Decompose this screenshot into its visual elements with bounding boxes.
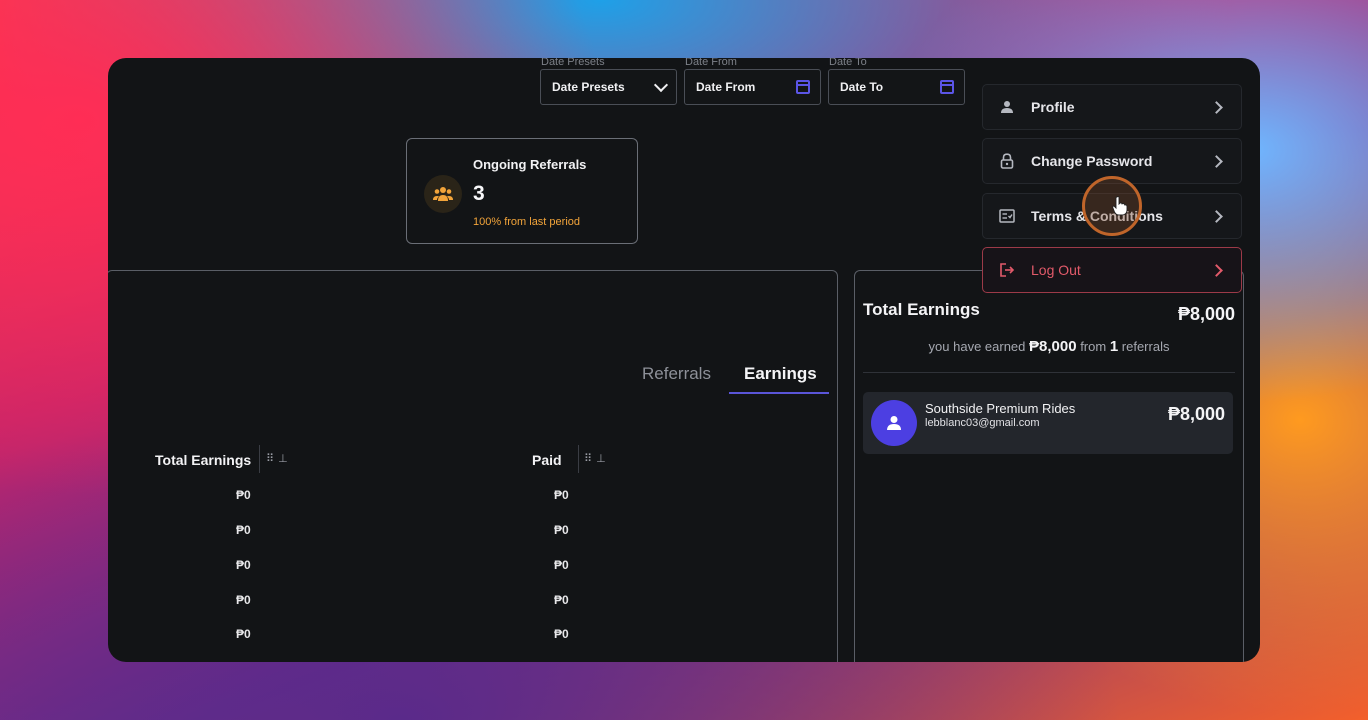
tab-referrals[interactable]: Referrals (642, 364, 711, 384)
table-cell: ₱0 (236, 593, 251, 607)
menu-item-label: Change Password (1031, 153, 1153, 169)
logout-icon (998, 261, 1016, 279)
summary-prefix: you have earned (928, 339, 1026, 354)
date-to-value: Date To (840, 80, 884, 94)
ongoing-referrals-card: Ongoing Referrals 3 100% from last perio… (406, 138, 638, 244)
total-earnings-title: Total Earnings (863, 300, 980, 319)
menu-item-label: Log Out (1031, 262, 1081, 278)
table-cell: ₱0 (554, 593, 569, 607)
table-cell: ₱0 (554, 488, 569, 502)
referral-amount: ₱8,000 (1167, 404, 1225, 424)
date-from-value: Date From (696, 80, 756, 94)
chevron-right-icon (1210, 209, 1223, 223)
referral-list-item[interactable]: Southside Premium Rides lebblanc03@gmail… (863, 392, 1233, 454)
column-tools: ⠿⊥ (584, 452, 610, 465)
referral-email: lebblanc03@gmail.com (925, 417, 1040, 429)
summary-count: 1 (1109, 338, 1119, 355)
chevron-right-icon (1210, 263, 1223, 277)
table-cell: ₱0 (554, 627, 569, 641)
table-cell: ₱0 (554, 523, 569, 537)
avatar (871, 400, 917, 446)
stat-title: Ongoing Referrals (473, 157, 587, 172)
chevron-right-icon (1210, 100, 1223, 114)
table-cell: ₱0 (554, 558, 569, 572)
hand-cursor-icon (1112, 196, 1128, 216)
active-tab-indicator (729, 392, 829, 394)
chevron-down-icon (653, 77, 669, 93)
total-earnings-amount: ₱8,000 (1177, 304, 1235, 324)
calendar-icon[interactable] (796, 80, 810, 94)
users-icon (424, 175, 462, 213)
column-tools: ⠿⊥ (266, 452, 292, 465)
column-separator[interactable] (259, 445, 260, 473)
pin-icon[interactable]: ⊥ (596, 453, 610, 465)
date-from-label: Date From (685, 58, 737, 68)
chevron-right-icon (1210, 154, 1223, 168)
date-presets-value: Date Presets (552, 80, 625, 94)
column-header-total-earnings[interactable]: Total Earnings (155, 452, 251, 468)
table-cell: ₱0 (236, 627, 251, 641)
menu-item-label: Profile (1031, 99, 1075, 115)
summary-amount: ₱8,000 (1029, 338, 1077, 355)
summary-mid: from (1080, 339, 1107, 354)
divider (863, 372, 1235, 373)
table-cell: ₱0 (236, 523, 251, 537)
menu-item-profile[interactable]: Profile (982, 84, 1242, 130)
referral-name: Southside Premium Rides (925, 401, 1076, 416)
person-icon (998, 98, 1016, 116)
earnings-summary: you have earned ₱8,000 from 1 referrals (855, 338, 1243, 355)
date-to-input[interactable]: Date To (828, 69, 965, 105)
date-to-label: Date To (829, 58, 867, 68)
pin-icon[interactable]: ⊥ (278, 453, 292, 465)
stat-value: 3 (473, 182, 485, 205)
table-cell: ₱0 (236, 558, 251, 572)
lock-icon (998, 152, 1016, 170)
document-icon (998, 207, 1016, 225)
table-cell: ₱0 (236, 488, 251, 502)
tab-earnings[interactable]: Earnings (744, 364, 817, 384)
date-presets-label: Date Presets (541, 58, 605, 68)
summary-suffix: referrals (1121, 339, 1170, 354)
drag-handle-icon[interactable]: ⠿ (584, 453, 596, 465)
drag-handle-icon[interactable]: ⠿ (266, 453, 278, 465)
earnings-table-panel: Referrals Earnings Total Earnings ⠿⊥ Pai… (108, 270, 838, 662)
person-icon (887, 416, 901, 430)
stat-change: 100% from last period (473, 216, 580, 228)
column-separator[interactable] (578, 445, 579, 473)
total-earnings-panel: Total Earnings ₱8,000 you have earned ₱8… (854, 270, 1244, 662)
date-from-input[interactable]: Date From (684, 69, 821, 105)
menu-item-log-out[interactable]: Log Out (982, 247, 1242, 293)
app-window: Date Presets Date Presets Date From Date… (108, 58, 1260, 662)
column-header-paid[interactable]: Paid (532, 452, 562, 468)
calendar-icon[interactable] (940, 80, 954, 94)
date-presets-select[interactable]: Date Presets (540, 69, 677, 105)
